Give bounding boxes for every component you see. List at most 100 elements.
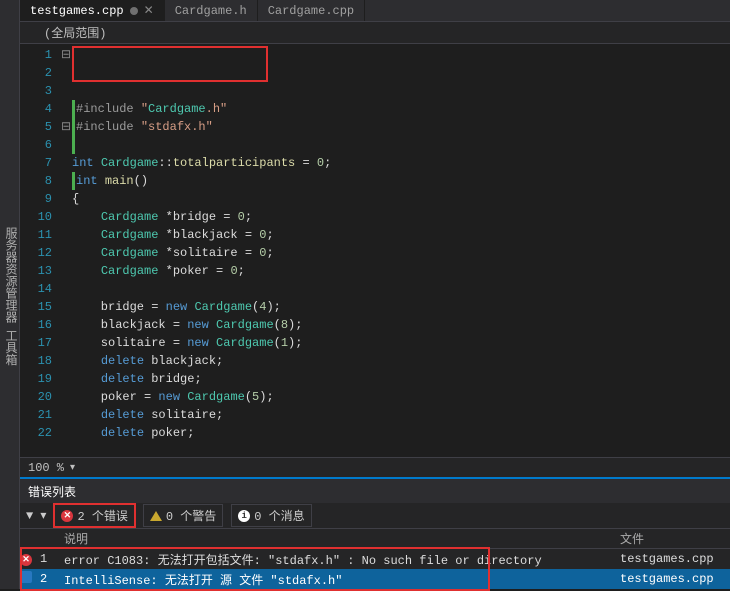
line-number: 5 (20, 118, 52, 136)
error-file: testgames.cpp (620, 572, 730, 586)
line-number: 15 (20, 298, 52, 316)
row-index: 1 (40, 552, 60, 566)
error-file: testgames.cpp (620, 552, 730, 566)
fold-toggle (60, 280, 72, 298)
fold-toggle (60, 82, 72, 100)
zoom-bar[interactable]: 100 % ▾ (20, 457, 730, 477)
change-marker (72, 118, 75, 136)
fold-toggle[interactable]: ⊟ (60, 118, 72, 136)
scope-bar[interactable]: (全局范围) (20, 22, 730, 44)
col-file[interactable]: 文件 (620, 530, 730, 547)
code-line[interactable]: delete solitaire; (72, 406, 730, 424)
info-icon: i (238, 510, 250, 522)
code-line[interactable] (72, 136, 730, 154)
tab[interactable]: testgames.cpp✕ (20, 0, 165, 21)
line-number-gutter: 12345678910111213141516171819202122 (20, 44, 60, 457)
line-number: 20 (20, 388, 52, 406)
code-line[interactable]: delete blackjack; (72, 352, 730, 370)
code-line[interactable]: bridge = new Cardgame(4); (72, 298, 730, 316)
line-number: 12 (20, 244, 52, 262)
code-line[interactable]: #include "stdafx.h" (72, 118, 730, 136)
close-icon[interactable]: ✕ (144, 3, 154, 18)
error-list-panel: 错误列表 ▼ ▾ ✕ 2 个错误 0 个警告 i 0 个消息 说明 文件 ✕1e… (20, 477, 730, 589)
error-row[interactable]: 2IntelliSense: 无法打开 源 文件 "stdafx.h"testg… (20, 569, 730, 589)
errors-filter[interactable]: ✕ 2 个错误 (54, 504, 134, 527)
code-line[interactable] (72, 280, 730, 298)
warnings-filter[interactable]: 0 个警告 (143, 504, 223, 527)
line-number: 8 (20, 172, 52, 190)
change-marker (72, 100, 75, 118)
line-number: 11 (20, 226, 52, 244)
code-line[interactable]: solitaire = new Cardgame(1); (72, 334, 730, 352)
code-line[interactable] (72, 442, 730, 457)
fold-toggle (60, 244, 72, 262)
error-grid-header[interactable]: 说明 文件 (20, 529, 730, 549)
pin-icon[interactable] (130, 7, 138, 15)
row-index: 2 (40, 572, 60, 586)
code-line[interactable]: int main() (72, 172, 730, 190)
line-number: 10 (20, 208, 52, 226)
code-line[interactable]: Cardgame *bridge = 0; (72, 208, 730, 226)
fold-toggle (60, 208, 72, 226)
tab[interactable]: Cardgame.h (165, 0, 258, 21)
line-number: 13 (20, 262, 52, 280)
fold-toggle (60, 334, 72, 352)
line-number: 21 (20, 406, 52, 424)
tab[interactable]: Cardgame.cpp (258, 0, 365, 21)
chevron-down-icon[interactable]: ▾ (70, 462, 75, 474)
sidebar-label[interactable]: 服务器资源管理器 (3, 227, 17, 323)
line-number: 1 (20, 46, 52, 64)
code-line[interactable]: #include "Cardgame.h" (72, 100, 730, 118)
change-marker (72, 172, 75, 190)
fold-toggle (60, 352, 72, 370)
messages-filter[interactable]: i 0 个消息 (231, 504, 311, 527)
tab-label: Cardgame.cpp (268, 4, 354, 18)
col-desc[interactable]: 说明 (60, 530, 620, 547)
intellisense-icon (20, 571, 40, 587)
left-sidebar[interactable]: 服务器资源管理器 工具箱 (0, 0, 20, 589)
line-number: 22 (20, 424, 52, 442)
tab-bar: testgames.cpp✕ Cardgame.h Cardgame.cpp (20, 0, 730, 22)
tab-label: Cardgame.h (175, 4, 247, 18)
code-line[interactable]: delete bridge; (72, 370, 730, 388)
code-line[interactable]: { (72, 190, 730, 208)
code-line[interactable]: blackjack = new Cardgame(8); (72, 316, 730, 334)
fold-toggle (60, 316, 72, 334)
fold-toggle (60, 388, 72, 406)
line-number: 4 (20, 100, 52, 118)
line-number: 18 (20, 352, 52, 370)
fold-toggle (60, 226, 72, 244)
fold-toggle (60, 64, 72, 82)
error-icon: ✕ (61, 510, 73, 522)
fold-toggle (60, 298, 72, 316)
sidebar-label[interactable]: 工具箱 (3, 330, 17, 366)
fold-column[interactable]: ⊟⊟ (60, 44, 72, 457)
line-number: 3 (20, 82, 52, 100)
code-line[interactable]: delete poker; (72, 424, 730, 442)
code-line[interactable]: int Cardgame::totalparticipants = 0; (72, 154, 730, 172)
code-line[interactable]: Cardgame *blackjack = 0; (72, 226, 730, 244)
code-area[interactable]: #include "Cardgame.h"#include "stdafx.h"… (72, 44, 730, 457)
error-row[interactable]: ✕1error C1083: 无法打开包括文件: "stdafx.h" : No… (20, 549, 730, 569)
error-grid: 说明 文件 ✕1error C1083: 无法打开包括文件: "stdafx.h… (20, 529, 730, 589)
error-desc: error C1083: 无法打开包括文件: "stdafx.h" : No s… (60, 551, 620, 568)
fold-toggle (60, 136, 72, 154)
fold-toggle (60, 406, 72, 424)
code-editor[interactable]: 12345678910111213141516171819202122 ⊟⊟ #… (20, 44, 730, 457)
warning-icon (150, 511, 162, 521)
code-line[interactable]: Cardgame *poker = 0; (72, 262, 730, 280)
messages-count: 0 个消息 (254, 507, 304, 524)
code-line[interactable]: poker = new Cardgame(5); (72, 388, 730, 406)
line-number: 19 (20, 370, 52, 388)
filter-icon[interactable]: ▼ ▾ (26, 508, 46, 523)
highlight-box (72, 46, 268, 82)
line-number: 16 (20, 316, 52, 334)
zoom-level: 100 % (28, 461, 64, 475)
fold-toggle[interactable]: ⊟ (60, 46, 72, 64)
line-number: 9 (20, 190, 52, 208)
fold-toggle (60, 424, 72, 442)
fold-toggle (60, 370, 72, 388)
errors-count: 2 个错误 (77, 507, 127, 524)
code-line[interactable]: Cardgame *solitaire = 0; (72, 244, 730, 262)
fold-toggle (60, 100, 72, 118)
